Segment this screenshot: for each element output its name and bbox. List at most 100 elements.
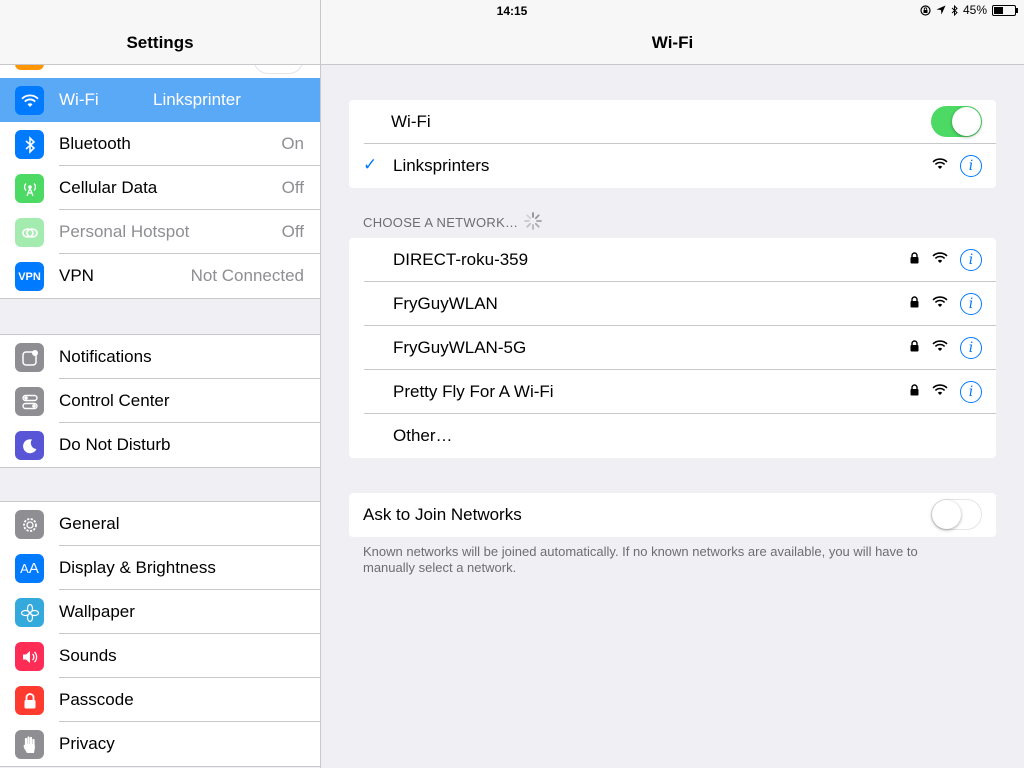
sidebar-item-value: Off <box>281 222 304 241</box>
sidebar-item-value: Off <box>281 178 304 197</box>
other-network-row[interactable]: Other… <box>349 414 996 458</box>
lock-icon <box>910 252 919 264</box>
status-right: 45% <box>920 3 1018 17</box>
sidebar-item-label: Control Center <box>59 391 170 410</box>
sidebar-item-label: Notifications <box>59 347 152 366</box>
sidebar-item-cellular-data[interactable]: Cellular Data Off <box>0 166 320 210</box>
info-icon[interactable]: i <box>960 293 982 315</box>
sidebar-item-display-brightness[interactable]: AA Display & Brightness <box>0 546 320 590</box>
info-icon[interactable]: i <box>960 155 982 177</box>
sidebar-item-label: Wallpaper <box>59 602 135 621</box>
ask-to-join-toggle[interactable] <box>931 499 982 530</box>
sidebar-item-value: Linksprinter <box>153 90 241 109</box>
sidebar-item-general[interactable]: General <box>0 502 320 546</box>
network-list: DIRECT-roku-359 i FryGuyWLAN i FryGuyWLA… <box>349 238 996 458</box>
ask-to-join-card: Ask to Join Networks <box>349 493 996 537</box>
wifi-icon <box>15 86 44 115</box>
gear-icon <box>15 510 44 539</box>
hand-icon <box>15 730 44 759</box>
page-title: Wi-Fi <box>651 33 694 52</box>
settings-sidebar: Settings Wi-Fi Linksprinter Bluetooth On <box>0 0 321 768</box>
checkmark-icon: ✓ <box>363 155 378 174</box>
network-row[interactable]: DIRECT-roku-359 i <box>349 238 996 282</box>
loading-spinner-icon <box>524 212 542 230</box>
sidebar-item-do-not-disturb[interactable]: Do Not Disturb <box>0 423 320 467</box>
sidebar-item-label: Display & Brightness <box>59 558 216 577</box>
lock-icon <box>15 686 44 715</box>
sidebar-item-label: Do Not Disturb <box>59 435 171 454</box>
sidebar-item-label: Passcode <box>59 690 134 709</box>
notifications-icon <box>15 343 44 372</box>
sidebar-item-label: Cellular Data <box>59 178 158 197</box>
sidebar-item-label: General <box>59 514 120 533</box>
sidebar-item-vpn[interactable]: VPN VPN Not Connected <box>0 254 320 298</box>
battery-percent: 45% <box>962 3 987 17</box>
wifi-toggle-card: Wi-Fi ✓ Linksprinters i <box>349 100 996 188</box>
wifi-signal-icon <box>932 384 948 395</box>
sidebar-item-control-center[interactable]: Control Center <box>0 379 320 423</box>
sidebar-item-label: Wi-Fi <box>59 90 99 109</box>
sidebar-title: Settings <box>126 33 194 52</box>
sound-icon <box>15 642 44 671</box>
network-row[interactable]: FryGuyWLAN-5G i <box>349 326 996 370</box>
vpn-icon: VPN <box>15 262 44 291</box>
wallpaper-icon <box>15 598 44 627</box>
lock-icon <box>910 296 919 308</box>
sidebar-header: Settings <box>0 0 320 65</box>
network-name: Pretty Fly For A Wi-Fi <box>393 382 554 401</box>
control-center-icon <box>15 387 44 416</box>
wifi-toggle-label: Wi-Fi <box>391 112 431 131</box>
wifi-signal-icon <box>932 252 948 263</box>
battery-icon <box>992 4 1018 16</box>
sidebar-item-wifi[interactable]: Wi-Fi Linksprinter <box>0 78 320 122</box>
choose-network-header: CHOOSE A NETWORK… <box>363 215 519 230</box>
wifi-detail-pane: Wi-Fi Wi-Fi ✓ Linksprinters i CHOOSE A N… <box>321 0 1024 768</box>
cellular-icon <box>15 174 44 203</box>
sidebar-item-privacy[interactable]: Privacy <box>0 722 320 766</box>
sidebar-item-bluetooth[interactable]: Bluetooth On <box>0 122 320 166</box>
sidebar-item-label: Privacy <box>59 734 115 753</box>
info-icon[interactable]: i <box>960 249 982 271</box>
sidebar-item-label: Bluetooth <box>59 134 131 153</box>
lock-icon <box>910 384 919 396</box>
sidebar-item-label: Sounds <box>59 646 117 665</box>
network-name: FryGuyWLAN <box>393 294 498 313</box>
info-icon[interactable]: i <box>960 381 982 403</box>
sidebar-item-sounds[interactable]: Sounds <box>0 634 320 678</box>
wifi-signal-icon <box>932 296 948 307</box>
sidebar-group-notifications: Notifications Control Center Do Not Dist… <box>0 334 320 468</box>
bluetooth-icon <box>15 130 44 159</box>
connected-network-row[interactable]: ✓ Linksprinters i <box>349 144 996 188</box>
sidebar-item-value: On <box>281 134 304 153</box>
sidebar-item-passcode[interactable]: Passcode <box>0 678 320 722</box>
sidebar-group-general: General AA Display & Brightness Wallpape… <box>0 501 320 767</box>
wifi-toggle-row: Wi-Fi <box>349 100 996 144</box>
display-icon: AA <box>15 554 44 583</box>
wifi-signal-icon <box>932 158 948 169</box>
info-icon[interactable]: i <box>960 337 982 359</box>
sidebar-item-label: Personal Hotspot <box>59 222 190 241</box>
network-name: Linksprinters <box>393 156 490 175</box>
location-icon <box>936 5 946 15</box>
hotspot-icon <box>15 218 44 247</box>
network-row[interactable]: FryGuyWLAN i <box>349 282 996 326</box>
wifi-toggle[interactable] <box>931 106 982 137</box>
network-row[interactable]: Pretty Fly For A Wi-Fi i <box>349 370 996 414</box>
bluetooth-status-icon <box>951 4 958 16</box>
network-name: DIRECT-roku-359 <box>393 250 529 269</box>
sidebar-item-wallpaper[interactable]: Wallpaper <box>0 590 320 634</box>
ask-to-join-footnote: Known networks will be joined automatica… <box>363 544 918 575</box>
sidebar-item-personal-hotspot[interactable]: Personal Hotspot Off <box>0 210 320 254</box>
rotation-lock-icon <box>920 4 931 16</box>
ask-to-join-label: Ask to Join Networks <box>363 505 522 524</box>
sidebar-item-value: Not Connected <box>190 266 304 285</box>
sidebar-item-notifications[interactable]: Notifications <box>0 335 320 379</box>
wifi-signal-icon <box>932 340 948 351</box>
moon-icon <box>15 431 44 460</box>
lock-icon <box>910 340 919 352</box>
sidebar-item-label: VPN <box>59 266 94 285</box>
other-network-label: Other… <box>393 426 453 445</box>
ask-to-join-row: Ask to Join Networks <box>349 493 996 537</box>
network-name: FryGuyWLAN-5G <box>393 338 527 357</box>
sidebar-group-connectivity: Wi-Fi Linksprinter Bluetooth On Cellular… <box>0 78 320 299</box>
